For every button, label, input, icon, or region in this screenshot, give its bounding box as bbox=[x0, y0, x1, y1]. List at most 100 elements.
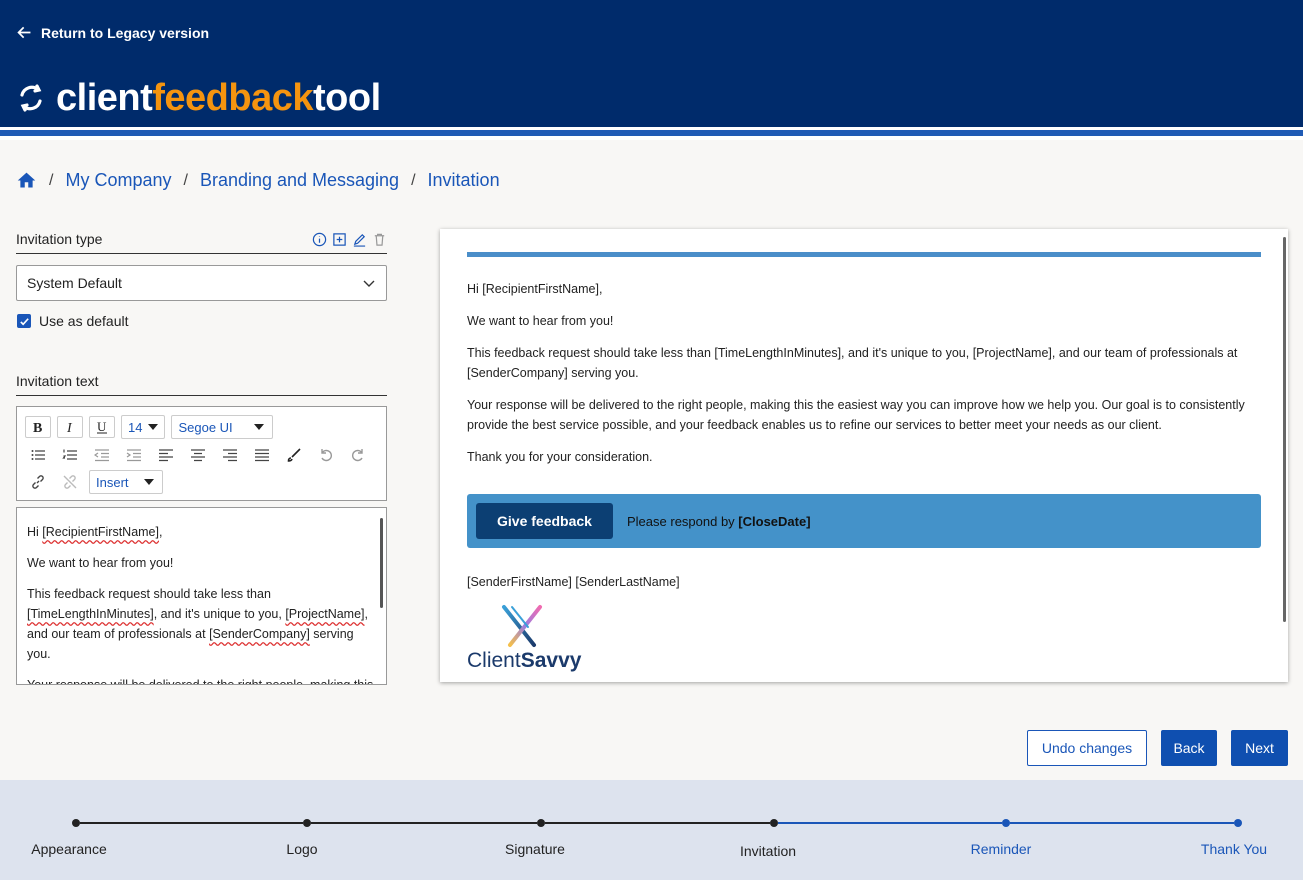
breadcrumb-branding[interactable]: Branding and Messaging bbox=[200, 170, 399, 191]
header-accent-line bbox=[0, 130, 1303, 136]
editor-paragraph: This feedback request should take less t… bbox=[27, 584, 376, 664]
preview-paragraph: Thank you for your consideration. bbox=[467, 450, 653, 464]
editor-token: [RecipientFirstName] bbox=[42, 525, 159, 539]
editor-text: This feedback request should take less t… bbox=[27, 587, 271, 601]
bold-icon: B bbox=[33, 421, 42, 435]
stepper-label-logo[interactable]: Logo bbox=[286, 841, 317, 857]
stepper-label-reminder[interactable]: Reminder bbox=[971, 841, 1032, 857]
logo-wordmark: clientfeedbacktool bbox=[56, 76, 381, 120]
editor-paragraph: We want to hear from you! bbox=[27, 556, 174, 570]
font-family-dropdown[interactable]: Segoe UI bbox=[171, 415, 274, 439]
give-feedback-button[interactable]: Give feedback bbox=[476, 503, 613, 539]
invitation-type-label: Invitation type bbox=[16, 231, 103, 247]
undo-icon bbox=[321, 449, 332, 462]
stepper-label-invitation[interactable]: Invitation bbox=[740, 843, 796, 859]
underline-button[interactable]: U bbox=[89, 416, 115, 438]
align-right-button[interactable] bbox=[217, 444, 243, 466]
insert-dropdown[interactable]: Insert bbox=[89, 470, 163, 494]
font-size-value: 14 bbox=[128, 419, 143, 435]
text-color-button[interactable] bbox=[281, 444, 307, 466]
progress-stepper: Appearance Logo Signature Invitation Reminde… bbox=[0, 780, 1303, 880]
caret-down-icon bbox=[254, 424, 265, 430]
trash-icon[interactable] bbox=[371, 231, 387, 247]
caret-down-icon bbox=[144, 479, 154, 485]
indent-decrease-button[interactable] bbox=[89, 444, 115, 466]
stepper-dot[interactable] bbox=[1234, 819, 1242, 827]
use-as-default-label: Use as default bbox=[39, 313, 129, 329]
bullet-list-button[interactable] bbox=[25, 444, 51, 466]
preview-scrollbar[interactable] bbox=[1283, 237, 1286, 622]
breadcrumb-my-company[interactable]: My Company bbox=[65, 170, 171, 191]
stepper-label-thank-you[interactable]: Thank You bbox=[1201, 841, 1267, 857]
respond-by-label: Please respond by bbox=[627, 513, 739, 529]
brand-client: Client bbox=[467, 649, 521, 672]
logo-part-feedback: feedback bbox=[152, 77, 313, 119]
preview-greeting: Hi [RecipientFirstName], bbox=[467, 282, 603, 296]
return-legacy-link[interactable]: Return to Legacy version bbox=[16, 24, 209, 41]
stepper-connector bbox=[311, 822, 537, 824]
invitation-type-select[interactable]: System Default bbox=[16, 265, 387, 301]
add-box-icon[interactable] bbox=[331, 231, 347, 247]
breadcrumb-invitation[interactable]: Invitation bbox=[428, 170, 500, 191]
return-legacy-label: Return to Legacy version bbox=[41, 24, 210, 41]
undo-changes-button[interactable]: Undo changes bbox=[1027, 730, 1147, 766]
stepper-dot[interactable] bbox=[303, 819, 311, 827]
stepper-label-appearance[interactable]: Appearance bbox=[31, 841, 107, 857]
preview-paragraph: Your response will be delivered to the r… bbox=[467, 398, 1245, 432]
sender-name: [SenderFirstName] [SenderLastName] bbox=[467, 575, 680, 589]
editor-scrollbar[interactable] bbox=[380, 518, 383, 608]
font-size-dropdown[interactable]: 14 bbox=[121, 415, 166, 439]
align-left-icon bbox=[159, 449, 173, 462]
toolbar-row-3: Insert bbox=[25, 470, 163, 494]
editor-text: Hi bbox=[27, 525, 43, 539]
italic-button[interactable]: I bbox=[57, 416, 83, 438]
editor-paragraph: Hi [RecipientFirstName], bbox=[27, 522, 376, 542]
stepper-label-signature[interactable]: Signature bbox=[505, 841, 565, 857]
invitation-text-label: Invitation text bbox=[16, 373, 99, 389]
next-button[interactable]: Next bbox=[1231, 730, 1288, 766]
preview-paragraph: We want to hear from you! bbox=[467, 314, 614, 328]
email-preview: Hi [RecipientFirstName], We want to hear… bbox=[440, 229, 1288, 682]
invitation-text-editor[interactable]: Hi [RecipientFirstName], We want to hear… bbox=[16, 507, 387, 685]
check-icon bbox=[19, 317, 29, 325]
home-icon[interactable] bbox=[16, 170, 37, 191]
brush-icon bbox=[287, 448, 301, 462]
align-center-button[interactable] bbox=[185, 444, 211, 466]
numbered-list-button[interactable] bbox=[57, 444, 83, 466]
caret-down-icon bbox=[148, 424, 159, 430]
underline-icon: U bbox=[97, 419, 107, 434]
info-icon[interactable] bbox=[311, 231, 327, 247]
invitation-type-value: System Default bbox=[27, 275, 122, 291]
use-as-default-checkbox[interactable] bbox=[17, 314, 31, 328]
editor-token: [SenderCompany] bbox=[209, 627, 310, 641]
italic-icon: I bbox=[66, 421, 73, 435]
font-family-value: Segoe UI bbox=[178, 419, 233, 435]
refresh-circle-icon bbox=[20, 84, 42, 112]
clientsavvy-x-icon bbox=[502, 605, 542, 647]
respond-by-text: Please respond by [CloseDate] bbox=[627, 514, 811, 529]
preview-body: Hi [RecipientFirstName], We want to hear… bbox=[467, 279, 1262, 479]
insert-link-button[interactable] bbox=[25, 471, 51, 493]
align-left-button[interactable] bbox=[153, 444, 179, 466]
logo-part-tool: tool bbox=[313, 77, 381, 119]
breadcrumb-separator: / bbox=[411, 171, 416, 189]
align-justify-icon bbox=[255, 449, 269, 462]
back-button[interactable]: Back bbox=[1161, 730, 1217, 766]
bold-button[interactable]: B bbox=[25, 416, 51, 438]
stepper-dot[interactable] bbox=[537, 819, 545, 827]
stepper-dot[interactable] bbox=[770, 819, 778, 827]
app-logo: clientfeedbacktool bbox=[16, 76, 381, 120]
align-justify-button[interactable] bbox=[249, 444, 275, 466]
indent-increase-button[interactable] bbox=[121, 444, 147, 466]
outdent-icon bbox=[94, 449, 109, 462]
redo-button[interactable] bbox=[345, 444, 371, 466]
arrow-left-icon bbox=[17, 26, 31, 39]
undo-button[interactable] bbox=[313, 444, 339, 466]
stepper-dot[interactable] bbox=[72, 819, 80, 827]
svg-text:U: U bbox=[97, 419, 107, 434]
stepper-dot[interactable] bbox=[1002, 819, 1010, 827]
pencil-icon[interactable] bbox=[351, 231, 367, 247]
bullet-list-icon bbox=[31, 450, 45, 460]
redo-icon bbox=[352, 449, 363, 462]
unlink-button[interactable] bbox=[57, 471, 83, 493]
